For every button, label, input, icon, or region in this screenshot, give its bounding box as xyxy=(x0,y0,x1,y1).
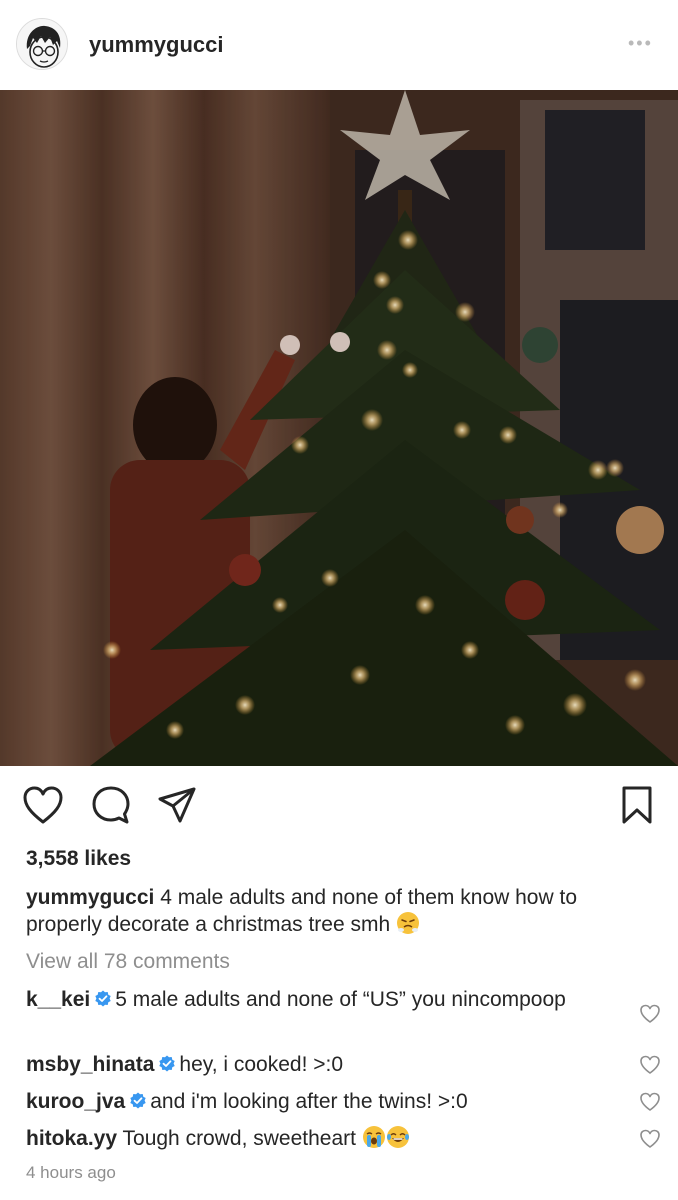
loudly-crying-face-emoji xyxy=(362,1125,386,1149)
comment-text: Tough crowd, sweetheart xyxy=(122,1127,356,1150)
comment-username[interactable]: kuroo_jva xyxy=(26,1090,125,1113)
verified-badge-icon xyxy=(94,987,112,1007)
post-photo[interactable] xyxy=(0,90,678,766)
action-bar xyxy=(0,782,678,832)
comment-item: hitoka.yy Tough crowd, sweetheart xyxy=(26,1124,626,1154)
avatar[interactable] xyxy=(16,18,68,70)
comment-text: and i'm looking after the twins! >:0 xyxy=(150,1090,468,1113)
post-timestamp: 4 hours ago xyxy=(26,1163,116,1182)
heart-icon[interactable] xyxy=(20,782,66,828)
huffing-face-emoji xyxy=(396,911,420,935)
comment-text: 5 male adults and none of “US” you ninco… xyxy=(115,988,566,1011)
small-heart-icon[interactable] xyxy=(639,1091,661,1113)
post-username[interactable]: yummygucci xyxy=(89,32,224,58)
comment-text: hey, i cooked! >:0 xyxy=(179,1053,344,1076)
paper-plane-icon[interactable] xyxy=(154,782,200,828)
christmas-tree-photo xyxy=(0,90,678,766)
comment-item: k__kei 5 male adults and none of “US” you… xyxy=(26,985,626,1015)
verified-badge-icon xyxy=(129,1089,147,1109)
small-heart-icon[interactable] xyxy=(639,1003,661,1025)
small-heart-icon[interactable] xyxy=(639,1128,661,1150)
verified-badge-icon xyxy=(158,1052,176,1072)
post-caption: yummygucci 4 male adults and none of the… xyxy=(26,884,656,938)
avatar-drawing xyxy=(17,19,67,69)
more-options-icon[interactable]: ••• xyxy=(628,34,653,52)
comment-username[interactable]: hitoka.yy xyxy=(26,1127,117,1150)
caption-username[interactable]: yummygucci xyxy=(26,886,154,909)
comment-username[interactable]: msby_hinata xyxy=(26,1053,154,1076)
comment-bubble-icon[interactable] xyxy=(88,782,134,828)
comment-item: kuroo_jva and i'm looking after the twins… xyxy=(26,1087,626,1117)
view-all-comments-link[interactable]: View all 78 comments xyxy=(26,950,230,974)
comment-username[interactable]: k__kei xyxy=(26,988,90,1011)
comment-item: msby_hinata hey, i cooked! >:0 xyxy=(26,1050,626,1080)
small-heart-icon[interactable] xyxy=(639,1054,661,1076)
likes-count[interactable]: 3,558 likes xyxy=(26,847,131,871)
post-header: yummygucci ••• xyxy=(0,0,678,90)
tears-of-joy-emoji xyxy=(386,1125,410,1149)
bookmark-icon[interactable] xyxy=(614,782,660,828)
